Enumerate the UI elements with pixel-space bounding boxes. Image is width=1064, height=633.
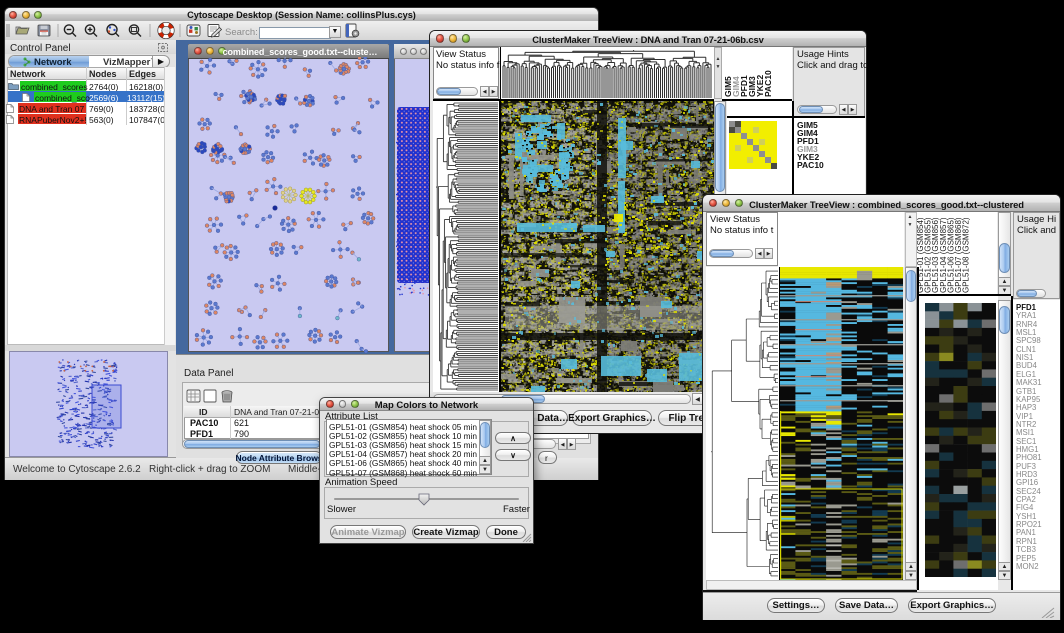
svg-text:PAC10: PAC10 — [763, 70, 773, 97]
svg-text:GPL51-08 (GSM872): GPL51-08 (GSM872) — [962, 217, 971, 293]
